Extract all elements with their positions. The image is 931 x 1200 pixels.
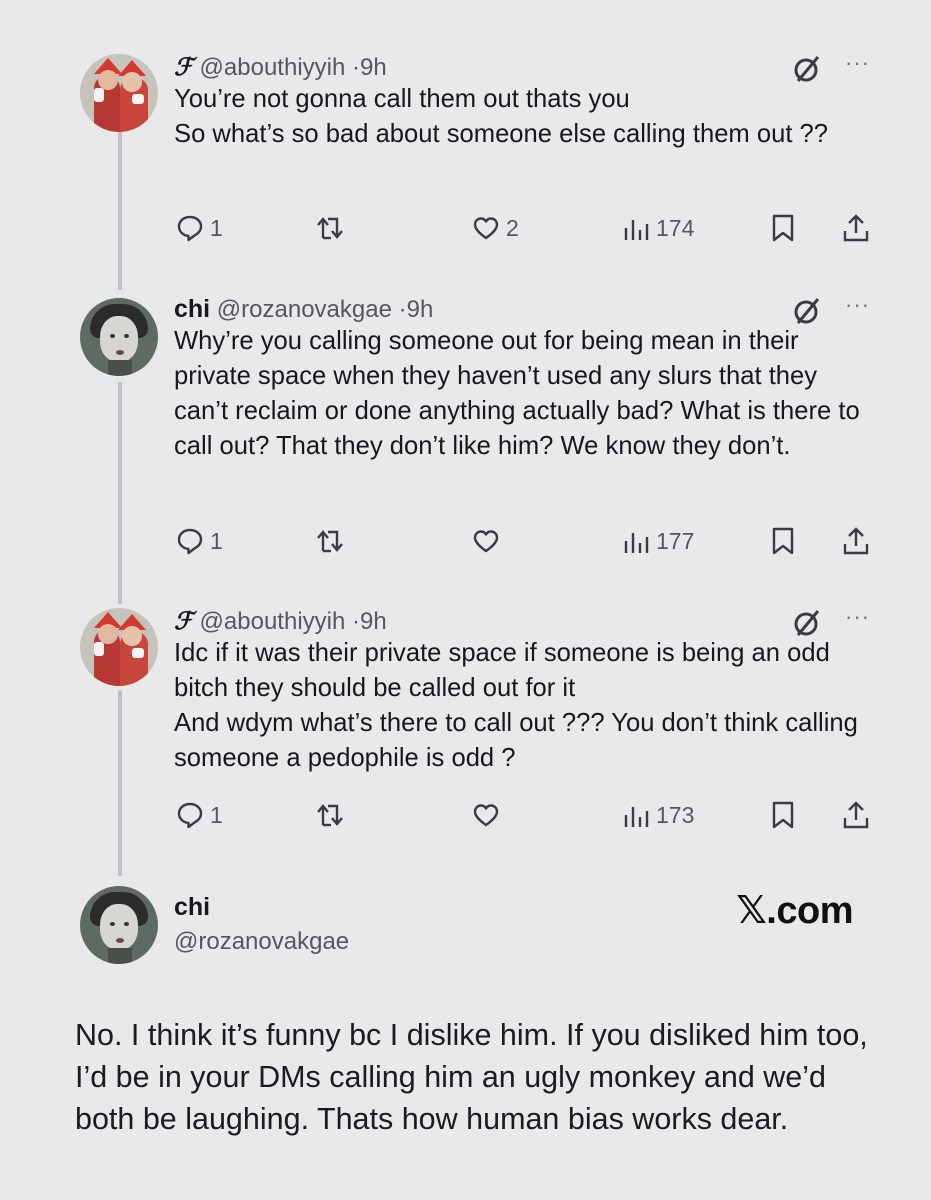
handle[interactable]: @abouthiyyih bbox=[200, 54, 346, 81]
thread-line bbox=[118, 128, 122, 290]
views-icon bbox=[624, 220, 649, 240]
reply-button[interactable]: 1 bbox=[176, 524, 223, 558]
bookmark-button[interactable] bbox=[770, 798, 796, 832]
display-name[interactable]: chi bbox=[174, 295, 210, 323]
grok-icon[interactable] bbox=[792, 296, 822, 326]
tweet-text: Why’re you calling someone out for being… bbox=[174, 327, 860, 460]
handle[interactable]: @abouthiyyih bbox=[200, 608, 346, 635]
like-count: 2 bbox=[506, 214, 519, 241]
share-button[interactable] bbox=[842, 798, 870, 832]
separator: · bbox=[352, 54, 360, 81]
separator: · bbox=[352, 608, 360, 635]
bookmark-button[interactable] bbox=[770, 524, 796, 558]
tweet[interactable]: ℱ @abouthiyyih ·9h ··· Idc if it was the… bbox=[174, 606, 874, 776]
avatar[interactable] bbox=[80, 298, 158, 376]
repost-icon bbox=[317, 530, 343, 553]
share-icon bbox=[843, 214, 869, 242]
views-icon bbox=[624, 533, 649, 553]
tweet-text: You’re not gonna call them out thats you… bbox=[174, 85, 829, 148]
views-icon bbox=[624, 807, 649, 827]
main-tweet-text: No. I think it’s funny bc I dislike him.… bbox=[75, 1018, 868, 1136]
thread-line bbox=[118, 382, 122, 604]
share-button[interactable] bbox=[842, 524, 870, 558]
avatar[interactable] bbox=[80, 886, 158, 964]
like-icon bbox=[473, 804, 499, 827]
tweet-actions: 1 2 174 bbox=[174, 211, 874, 251]
separator: · bbox=[398, 296, 407, 323]
like-button[interactable]: 2 bbox=[472, 211, 519, 245]
tweet-actions: 1 173 bbox=[174, 798, 874, 838]
like-icon bbox=[473, 217, 499, 240]
tweet-actions: 1 177 bbox=[174, 524, 874, 564]
more-icon[interactable]: ··· bbox=[845, 52, 870, 74]
more-icon[interactable]: ··· bbox=[845, 294, 870, 316]
timestamp[interactable]: 9h bbox=[360, 54, 387, 81]
share-button[interactable] bbox=[842, 211, 870, 245]
tweet-text: Idc if it was their private space if som… bbox=[174, 639, 858, 772]
like-button[interactable] bbox=[472, 798, 506, 832]
grok-icon[interactable] bbox=[792, 608, 822, 638]
bookmark-icon bbox=[772, 801, 794, 829]
repost-icon bbox=[317, 217, 343, 240]
timestamp[interactable]: 9h bbox=[407, 296, 434, 323]
display-name[interactable]: chi bbox=[174, 893, 210, 922]
views-count: 173 bbox=[656, 801, 695, 828]
x-logo-watermark: 𝕏.com bbox=[736, 890, 853, 932]
tweet-header: ℱ @abouthiyyih ·9h bbox=[174, 52, 874, 82]
share-icon bbox=[843, 527, 869, 555]
reply-button[interactable]: 1 bbox=[176, 798, 223, 832]
reply-count: 1 bbox=[210, 214, 223, 241]
share-icon bbox=[843, 801, 869, 829]
handle[interactable]: @rozanovakgae bbox=[174, 928, 349, 956]
reply-count: 1 bbox=[210, 801, 223, 828]
reply-count: 1 bbox=[210, 527, 223, 554]
timestamp[interactable]: 9h bbox=[360, 608, 387, 635]
bookmark-button[interactable] bbox=[770, 211, 796, 245]
views-button[interactable]: 177 bbox=[622, 524, 694, 558]
repost-icon bbox=[317, 804, 343, 827]
repost-button[interactable] bbox=[316, 211, 346, 245]
display-name[interactable]: ℱ bbox=[174, 52, 193, 81]
views-count: 177 bbox=[656, 527, 695, 554]
grok-icon[interactable] bbox=[792, 54, 822, 84]
like-icon bbox=[473, 530, 499, 553]
views-button[interactable]: 174 bbox=[622, 211, 694, 245]
avatar[interactable] bbox=[80, 54, 158, 132]
display-name[interactable]: ℱ bbox=[174, 606, 193, 635]
bookmark-icon bbox=[772, 214, 794, 242]
tweet-header: chi @rozanovakgae ·9h bbox=[174, 294, 874, 324]
tweet-header: ℱ @abouthiyyih ·9h bbox=[174, 606, 874, 636]
like-button[interactable] bbox=[472, 524, 506, 558]
views-button[interactable]: 173 bbox=[622, 798, 694, 832]
more-icon[interactable]: ··· bbox=[845, 606, 870, 628]
views-count: 174 bbox=[656, 214, 695, 241]
thread-line bbox=[118, 690, 122, 876]
reply-icon bbox=[177, 528, 203, 555]
repost-button[interactable] bbox=[316, 524, 346, 558]
reply-icon bbox=[177, 802, 203, 829]
thread-view: ℱ @abouthiyyih ·9h ··· You’re not gonna … bbox=[0, 0, 931, 1200]
repost-button[interactable] bbox=[316, 798, 346, 832]
tweet[interactable]: ℱ @abouthiyyih ·9h ··· You’re not gonna … bbox=[174, 52, 874, 152]
handle[interactable]: @rozanovakgae bbox=[217, 296, 392, 323]
reply-icon bbox=[177, 215, 203, 242]
avatar[interactable] bbox=[80, 608, 158, 686]
reply-button[interactable]: 1 bbox=[176, 211, 223, 245]
tweet[interactable]: chi @rozanovakgae ·9h ··· Why’re you cal… bbox=[174, 294, 874, 464]
bookmark-icon bbox=[772, 527, 794, 555]
